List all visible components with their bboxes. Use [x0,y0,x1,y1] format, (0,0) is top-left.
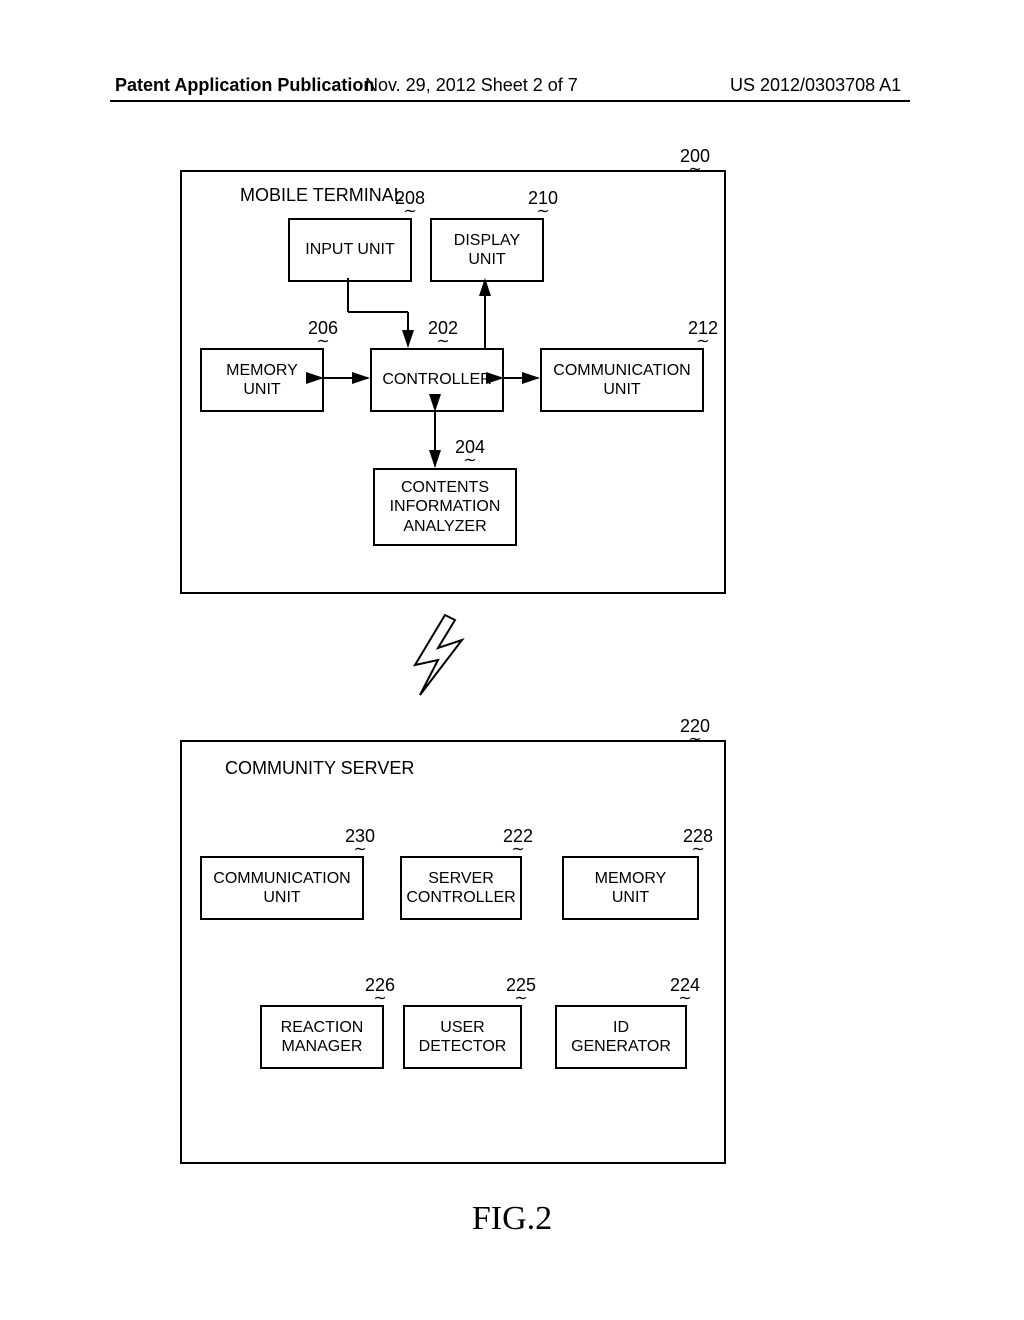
header-mid: Nov. 29, 2012 Sheet 2 of 7 [365,75,578,96]
comm-unit-server-box: COMMUNICATION UNIT [200,856,364,920]
reaction-manager-l2: MANAGER [282,1038,363,1055]
server-memory-label: MEMORY UNIT [591,869,671,907]
header-divider [110,100,910,102]
ref-212: 212∼ [688,318,718,345]
server-controller-box: SERVER CONTROLLER [400,856,522,920]
server-memory-box: MEMORY UNIT [562,856,699,920]
user-detector-l2: DETECTOR [419,1038,507,1055]
reaction-manager-l1: REACTION [281,1019,364,1036]
id-generator-label: ID GENERATOR [567,1018,675,1056]
header-left: Patent Application Publication [115,75,374,96]
comm-unit-mobile-box: COMMUNICATION UNIT [540,348,704,412]
server-controller-l1: SERVER [428,870,494,887]
display-unit-label: DISPLAY UNIT [450,231,524,269]
controller-box: CONTROLLER [370,348,504,412]
analyzer-box: CONTENTS INFORMATION ANALYZER [373,468,517,546]
ref-208: 208∼ [395,188,425,215]
ref-230: 230∼ [345,826,375,853]
ref-206: 206∼ [308,318,338,345]
id-generator-box: ID GENERATOR [555,1005,687,1069]
community-server-container [180,740,726,1164]
server-memory-l1: MEMORY [595,870,667,887]
analyzer-label: CONTENTS INFORMATION ANALYZER [386,478,505,536]
ref-200: 200∼ [680,146,710,173]
server-memory-l2: UNIT [612,889,649,906]
display-unit-l1: DISPLAY [454,232,520,249]
reaction-manager-box: REACTION MANAGER [260,1005,384,1069]
header-right: US 2012/0303708 A1 [730,75,901,96]
ref-225: 225∼ [506,975,536,1002]
reaction-manager-label: REACTION MANAGER [277,1018,368,1056]
server-controller-l2: CONTROLLER [406,889,515,906]
ref-224: 224∼ [670,975,700,1002]
user-detector-l1: USER [440,1019,484,1036]
id-generator-l1: ID [613,1019,629,1036]
analyzer-l1: CONTENTS [401,479,489,496]
ref-204: 204∼ [455,437,485,464]
mobile-terminal-title: MOBILE TERMINAL [240,185,404,206]
user-detector-label: USER DETECTOR [415,1018,511,1056]
comm-unit-mobile-l1: COMMUNICATION [553,362,690,379]
display-unit-l2: UNIT [468,251,505,268]
comm-unit-server-l1: COMMUNICATION [213,870,350,887]
display-unit-box: DISPLAY UNIT [430,218,544,282]
memory-unit-label: MEMORY UNIT [222,361,302,399]
memory-unit-l2: UNIT [243,381,280,398]
community-server-title: COMMUNITY SERVER [225,758,414,779]
ref-226: 226∼ [365,975,395,1002]
ref-220: 220∼ [680,716,710,743]
analyzer-l2: INFORMATION [390,498,501,515]
comm-unit-mobile-label: COMMUNICATION UNIT [549,361,694,399]
ref-210: 210∼ [528,188,558,215]
id-generator-l2: GENERATOR [571,1038,671,1055]
user-detector-box: USER DETECTOR [403,1005,522,1069]
memory-unit-l1: MEMORY [226,362,298,379]
figure-caption: FIG.2 [0,1200,1024,1238]
input-unit-label: INPUT UNIT [301,240,398,259]
ref-228: 228∼ [683,826,713,853]
input-unit-box: INPUT UNIT [288,218,412,282]
comm-unit-mobile-l2: UNIT [603,381,640,398]
memory-unit-box: MEMORY UNIT [200,348,324,412]
analyzer-l3: ANALYZER [403,518,486,535]
server-controller-label: SERVER CONTROLLER [402,869,519,907]
comm-unit-server-label: COMMUNICATION UNIT [209,869,354,907]
controller-label: CONTROLLER [378,370,495,389]
ref-202: 202∼ [428,318,458,345]
ref-222: 222∼ [503,826,533,853]
comm-unit-server-l2: UNIT [263,889,300,906]
